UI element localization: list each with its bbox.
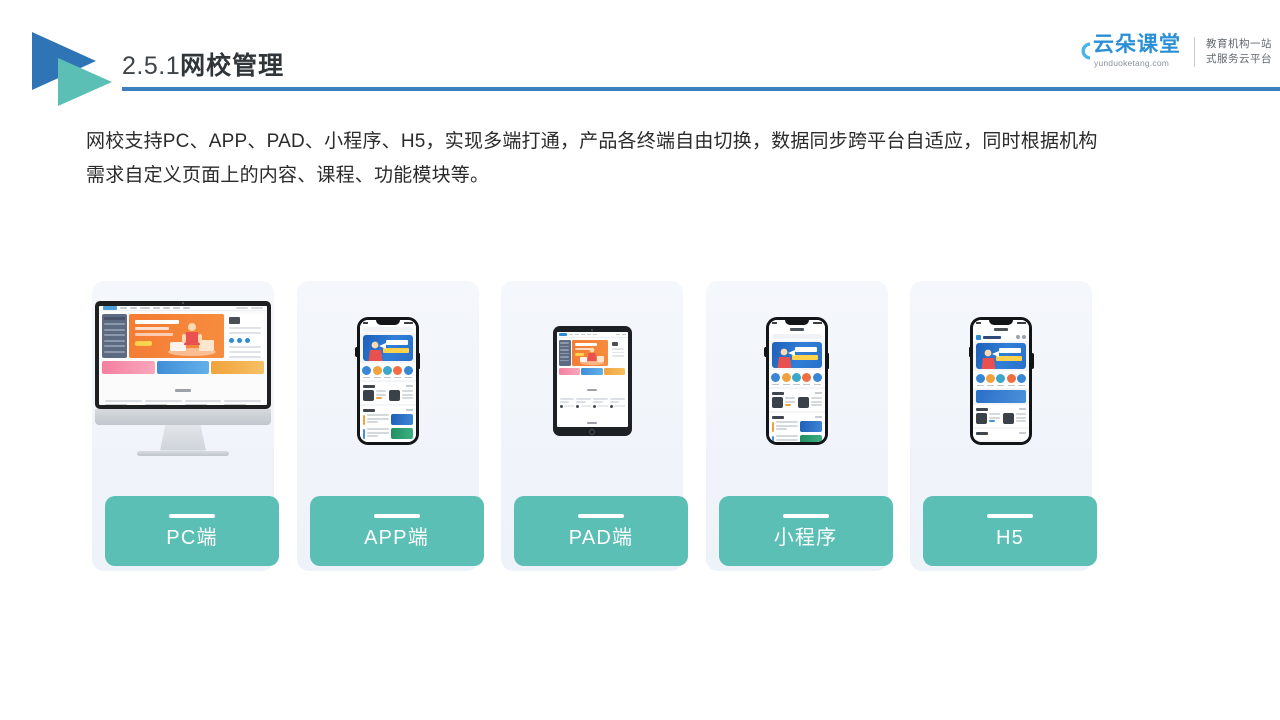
play-triangles-logo-icon (28, 28, 120, 108)
platform-tag-pc[interactable]: PC端 (105, 496, 279, 566)
promo-banner (976, 390, 1026, 403)
device-mockup-slot (92, 281, 274, 481)
platform-label: PAD端 (568, 527, 634, 549)
page-title-number: 2.5.1 (122, 52, 181, 80)
brand-tagline: 教育机构一站 式服务云平台 (1206, 37, 1272, 67)
brand-logo: 云朵课堂 yunduoketang.com (1069, 33, 1181, 70)
desktop-monitor-icon (95, 300, 271, 456)
tag-divider-dash (373, 514, 420, 518)
platform-label: 小程序 (773, 527, 838, 549)
platform-label: PC端 (166, 527, 218, 549)
platform-tag-miniprogram[interactable]: 小程序 (718, 496, 893, 566)
brand-name: 云朵课堂 (1093, 33, 1181, 56)
body-paragraph: 网校支持PC、APP、PAD、小程序、H5，实现多端打通，产品各终端自由切换，数… (86, 126, 1216, 192)
device-mockup-slot (910, 281, 1092, 481)
platform-card-h5[interactable]: H5 (910, 281, 1097, 571)
page-title: 2.5.1网校管理 (122, 46, 284, 82)
slide-header: 2.5.1网校管理 云朵课堂 yunduoketang.com 教育机构一站 式… (0, 0, 1280, 110)
platform-card-row: PC端 APP端 PAD端 小程序 H5 (92, 281, 1097, 571)
device-mockup-slot (706, 281, 888, 481)
platform-card-pad[interactable]: PAD端 (501, 281, 688, 571)
body-line-2: 需求自定义页面上的内容、课程、功能模块等。 (86, 165, 490, 186)
smartphone-icon (764, 317, 829, 445)
tablet-icon (552, 326, 632, 436)
platform-tag-app[interactable]: APP端 (309, 496, 484, 566)
page-title-text: 网校管理 (180, 52, 285, 80)
tag-divider-dash (782, 514, 829, 518)
platform-label: H5 (996, 527, 1024, 549)
platform-card-miniprogram[interactable]: 小程序 (705, 281, 893, 571)
brand-tagline-line-1: 教育机构一站 (1206, 37, 1272, 50)
tag-divider-dash (987, 514, 1033, 518)
device-mockup-slot (501, 281, 683, 481)
smartphone-icon (355, 317, 420, 445)
tag-divider-dash (578, 514, 624, 518)
platform-tag-h5[interactable]: H5 (923, 496, 1097, 566)
brand-url: yunduoketang.com (1094, 58, 1170, 69)
tag-divider-dash (169, 514, 215, 518)
slide-root: 2.5.1网校管理 云朵课堂 yunduoketang.com 教育机构一站 式… (0, 0, 1280, 720)
platform-card-app[interactable]: APP端 (296, 281, 484, 571)
title-underline-rule (122, 87, 1280, 91)
body-line-1: 网校支持PC、APP、PAD、小程序、H5，实现多端打通，产品各终端自由切换，数… (86, 131, 1098, 152)
platform-card-pc[interactable]: PC端 (92, 281, 279, 571)
platform-label: APP端 (364, 527, 429, 549)
brand-divider (1194, 37, 1195, 67)
brand-lockup: 云朵课堂 yunduoketang.com 教育机构一站 式服务云平台 (1069, 33, 1272, 70)
smartphone-icon (968, 317, 1034, 445)
device-mockup-slot (297, 281, 479, 481)
platform-tag-pad[interactable]: PAD端 (514, 496, 688, 566)
brand-tagline-line-2: 式服务云平台 (1206, 53, 1272, 65)
